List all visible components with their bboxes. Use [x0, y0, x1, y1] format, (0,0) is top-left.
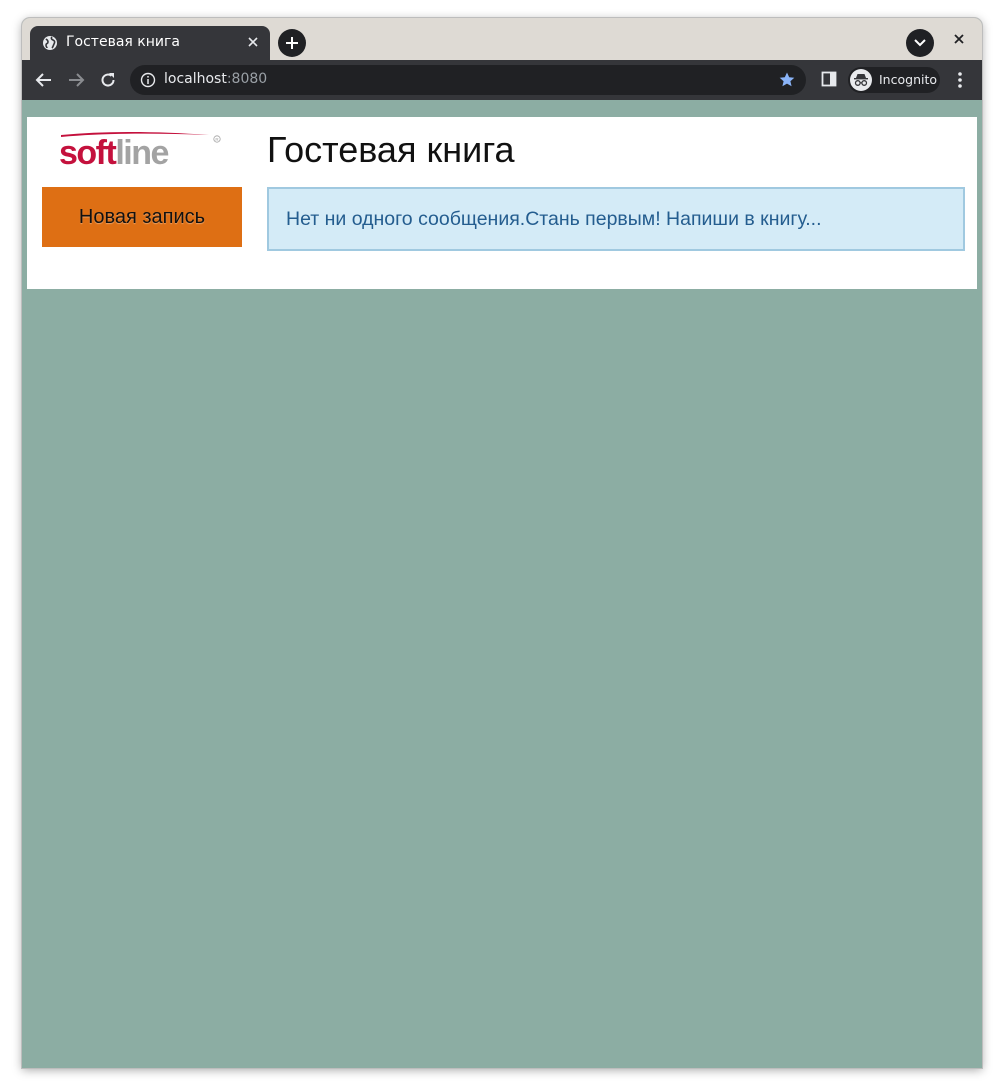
svg-text:softline: softline	[59, 134, 168, 172]
plus-icon	[286, 37, 298, 49]
side-panel-icon[interactable]	[821, 71, 837, 87]
tab-strip: Гостевая книга	[22, 18, 982, 60]
chevron-down-icon	[914, 39, 926, 47]
close-tab-icon[interactable]	[246, 35, 260, 49]
incognito-label: Incognito	[879, 72, 938, 87]
globe-icon	[43, 36, 57, 50]
browser-window: Гостевая книга localhost:8080 Incognito …	[22, 18, 982, 1068]
address-bar[interactable]: localhost:8080	[130, 65, 806, 95]
guestbook-container: softline R Новая запись Гостевая книга Н…	[27, 117, 977, 289]
softline-logo: softline R	[59, 132, 221, 172]
page-title: Гостевая книга	[267, 129, 515, 170]
close-window-icon[interactable]	[952, 32, 966, 46]
new-entry-button[interactable]: Новая запись	[42, 187, 242, 247]
new-tab-button[interactable]	[278, 29, 306, 57]
info-icon[interactable]	[140, 72, 156, 88]
url-port: :8080	[226, 71, 268, 87]
tab-title: Гостевая книга	[66, 34, 180, 50]
tab-search-button[interactable]	[906, 29, 934, 57]
forward-arrow-icon[interactable]	[67, 71, 85, 89]
browser-tab[interactable]: Гостевая книга	[30, 26, 270, 60]
empty-messages-alert: Нет ни одного сообщения.Стань первым! На…	[267, 187, 965, 251]
reload-icon[interactable]	[99, 71, 117, 89]
kebab-menu-icon[interactable]	[956, 71, 964, 89]
back-arrow-icon[interactable]	[35, 71, 53, 89]
browser-toolbar: localhost:8080 Incognito	[22, 60, 982, 100]
incognito-profile-button[interactable]: Incognito	[848, 67, 940, 93]
page-viewport: softline R Новая запись Гостевая книга Н…	[22, 100, 982, 1068]
url-text: localhost:8080	[164, 71, 267, 87]
url-host: localhost	[164, 71, 227, 87]
bookmark-star-icon[interactable]	[778, 71, 796, 89]
incognito-icon	[850, 69, 872, 91]
